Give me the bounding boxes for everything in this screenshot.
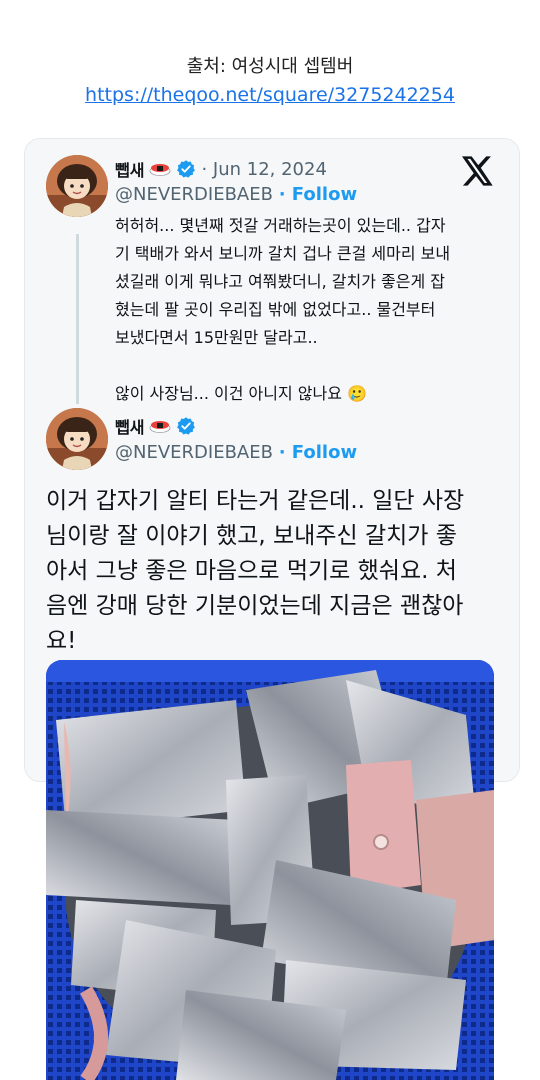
tweet-line: 혔는데 팔 곳이 우리집 밖에 없었다고.. 물건부터: [115, 300, 436, 319]
tweet-line: 기 택배가 와서 보니까 갈치 겁나 큰걸 세마리 보내: [115, 244, 451, 263]
sushi-emoji-icon: [150, 164, 171, 176]
handle-row: @NEVERDIEBAEB · Follow: [115, 184, 357, 205]
reply-text: 이거 갑자기 알티 타는거 같은데.. 일단 사장 님이랑 잘 이야기 했고, …: [46, 484, 516, 659]
tweet-text: 허허허... 몇년째 젓갈 거래하는곳이 있는데.. 갑자 기 택배가 와서 보…: [115, 212, 495, 408]
tweet-line: 보냈다면서 15만원만 달라고..: [115, 328, 318, 347]
reply-line: 님이랑 잘 이야기 했고, 보내주신 갈치가 좋: [46, 523, 457, 549]
avatar-illustration: [46, 155, 108, 217]
display-name[interactable]: 뺍새: [115, 157, 144, 181]
handle[interactable]: @NEVERDIEBAEB: [115, 442, 273, 463]
reply-line: 아서 그냥 좋은 마음으로 먹기로 했숴요. 처: [46, 558, 457, 584]
tweet-line-last: 않이 사장님... 이건 아니지 않나요 🥲: [115, 380, 495, 408]
tweet-date[interactable]: · Jun 12, 2024: [201, 159, 326, 180]
source-label: 출처: 여성시대 셉템버: [186, 56, 354, 77]
follow-button[interactable]: · Follow: [279, 442, 357, 463]
handle-row: @NEVERDIEBAEB · Follow: [115, 442, 357, 463]
verified-badge-icon: [177, 417, 196, 435]
x-logo-icon[interactable]: [462, 156, 494, 193]
follow-button[interactable]: · Follow: [279, 184, 357, 205]
tweet-line: 않이 사장님... 이건 아니지 않나요: [115, 384, 342, 403]
avatar-illustration: [46, 408, 108, 470]
fish-in-basket-photo: [46, 660, 494, 1080]
reply-line: 요!: [46, 628, 77, 654]
reply-author-row: 뺍새: [115, 414, 196, 438]
smiling-tear-emoji: 🥲: [347, 384, 367, 403]
tweet-line: 셨길래 이게 뭐냐고 여쭤봤더니, 갈치가 좋은게 잡: [115, 272, 446, 291]
reply-line: 음엔 강매 당한 기분이었는데 지금은 괜찮아: [46, 593, 464, 619]
verified-badge-icon: [177, 160, 196, 178]
tweet-line: 허허허... 몇년째 젓갈 거래하는곳이 있는데.. 갑자: [115, 216, 446, 235]
tweet-photo[interactable]: [46, 660, 494, 1080]
avatar[interactable]: [46, 408, 108, 470]
reply-line: 이거 갑자기 알티 타는거 같은데.. 일단 사장: [46, 488, 465, 514]
source-link[interactable]: https://theqoo.net/square/3275242254: [0, 84, 540, 106]
tweet-author-row: 뺍새 · Jun 12, 2024: [115, 157, 327, 181]
handle[interactable]: @NEVERDIEBAEB: [115, 184, 273, 205]
display-name[interactable]: 뺍새: [115, 414, 144, 438]
sushi-emoji-icon: [150, 421, 171, 433]
thread-connector: [76, 234, 79, 404]
avatar[interactable]: [46, 155, 108, 217]
